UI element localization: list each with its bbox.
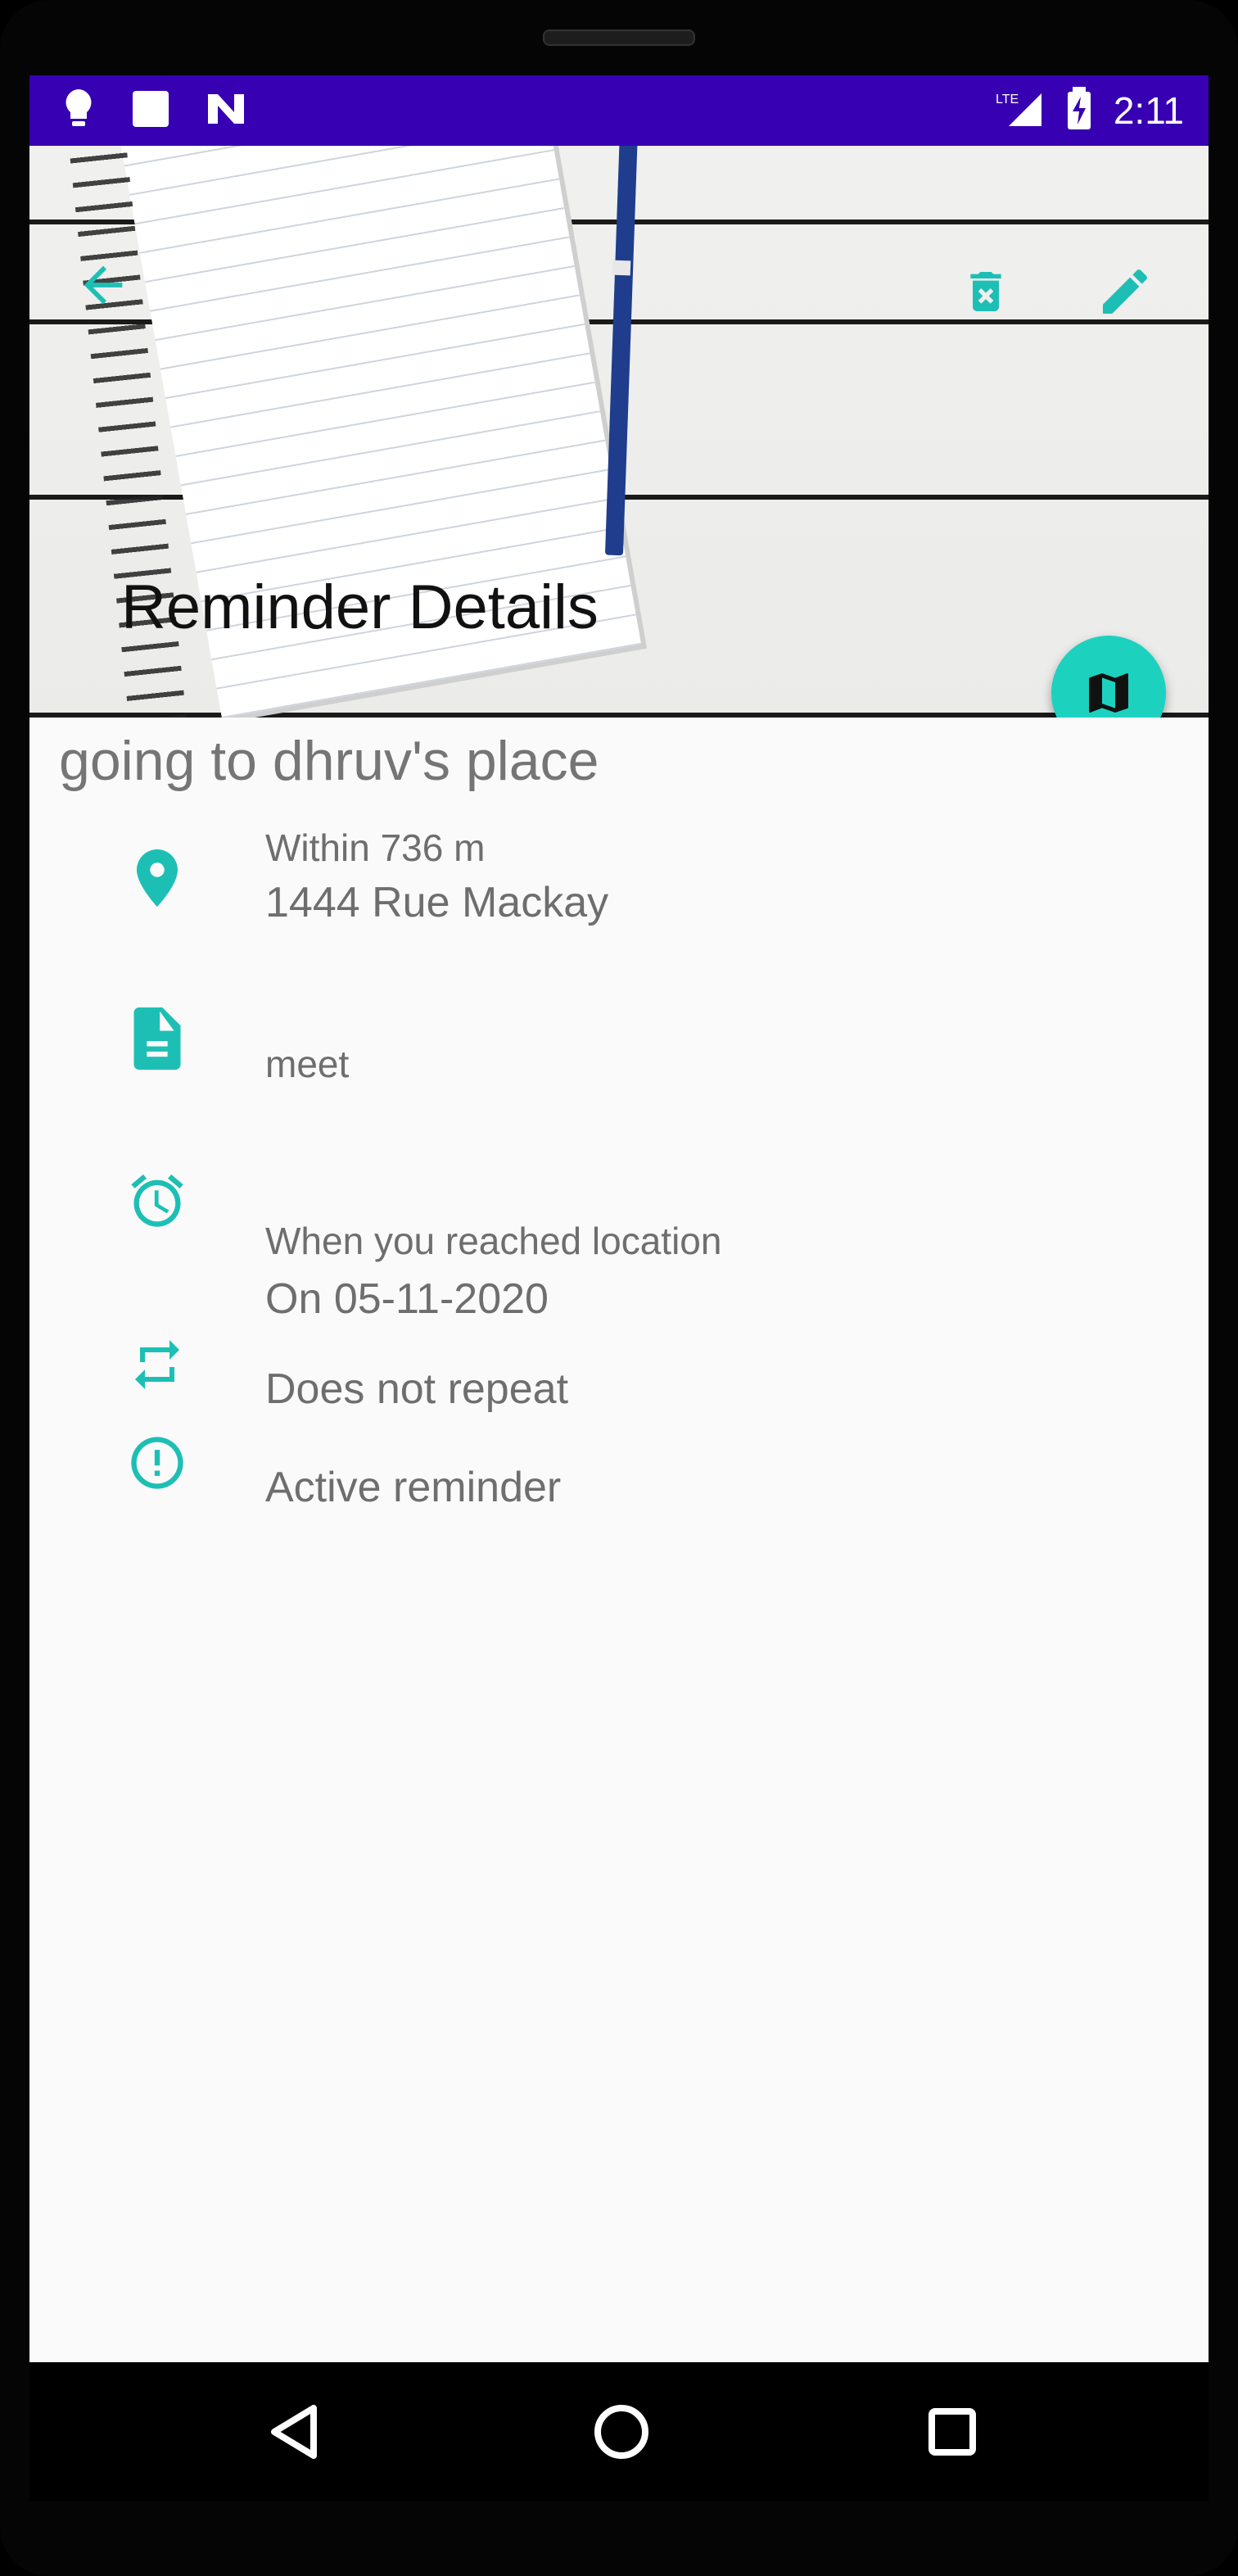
repeat-setting: Does not repeat <box>265 1365 569 1413</box>
note-document-icon <box>120 1001 195 1076</box>
map-fab-button[interactable] <box>1051 636 1166 718</box>
status-bar: LTE 2:11 <box>29 75 1209 146</box>
status-time: 2:11 <box>1113 89 1184 132</box>
page-title: Reminder Details <box>121 573 599 642</box>
back-button[interactable] <box>62 244 144 326</box>
network-type: LTE <box>996 93 1019 106</box>
delete-forever-icon <box>970 272 1001 311</box>
lte-signal-icon: LTE <box>996 88 1045 134</box>
header-image: Reminder Details <box>29 146 1209 718</box>
status-right: LTE 2:11 <box>996 75 1184 146</box>
arrow-back-icon <box>84 265 123 305</box>
edit-button[interactable] <box>1086 252 1164 331</box>
status-left-icons <box>62 87 249 134</box>
navigation-bar <box>29 2362 1209 2501</box>
battery-charging-icon <box>1066 86 1092 135</box>
square-recents-icon <box>929 2408 976 2456</box>
speaker-grille <box>543 29 695 46</box>
nav-recents-button[interactable] <box>915 2395 989 2469</box>
repeat-icon <box>120 1327 195 1402</box>
pencil-band <box>612 260 631 276</box>
location-address: 1444 Rue Mackay <box>265 879 609 926</box>
n-logo-icon <box>206 91 249 131</box>
pencil-icon <box>1103 269 1147 314</box>
trigger-date: On 05-11-2020 <box>265 1275 549 1323</box>
location-radius: Within 736 m <box>265 826 486 869</box>
square-icon <box>131 89 170 133</box>
nav-back-button[interactable] <box>257 2395 331 2469</box>
reminder-note: meet <box>265 1043 350 1085</box>
triangle-back-icon <box>271 2405 317 2459</box>
alarm-clock-icon <box>120 1163 195 1238</box>
reminder-title: going to dhruv's place <box>59 730 599 792</box>
trigger-condition: When you reached location <box>265 1220 722 1262</box>
reminder-status: Active reminder <box>265 1464 562 1511</box>
alert-circle-icon <box>120 1425 195 1501</box>
phone-frame: LTE 2:11 Reminder Details going to dhruv… <box>0 0 1238 2576</box>
location-pin-icon <box>120 840 195 916</box>
wood-plank-line <box>29 713 1209 718</box>
nav-home-button[interactable] <box>585 2395 658 2469</box>
screen: LTE 2:11 Reminder Details going to dhruv… <box>29 75 1209 2362</box>
circle-home-icon <box>594 2405 648 2459</box>
delete-button[interactable] <box>947 252 1025 331</box>
lightbulb-icon <box>62 88 95 134</box>
map-icon <box>1089 673 1128 713</box>
